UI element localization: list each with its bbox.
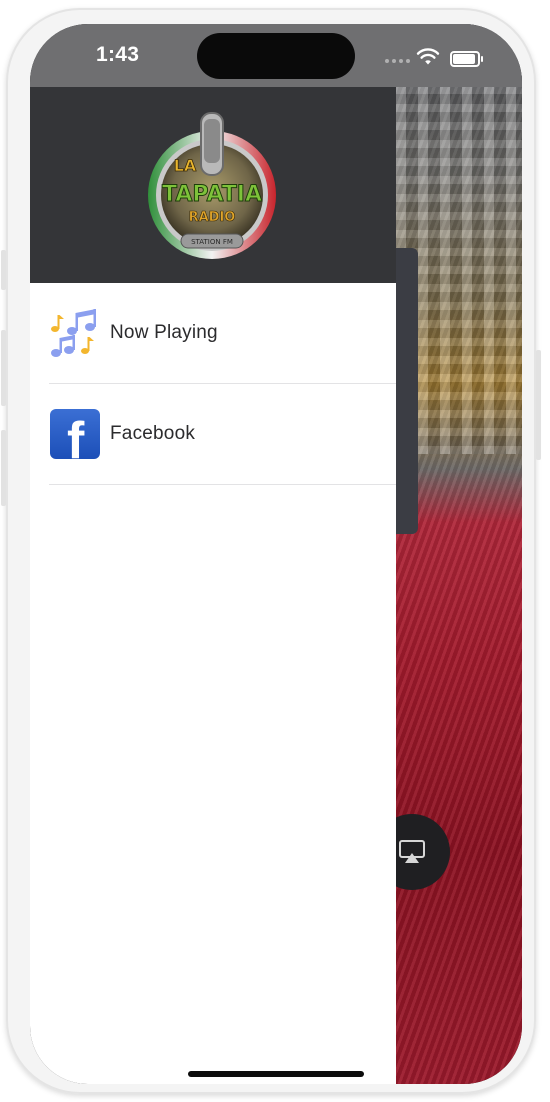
svg-text:RADIO: RADIO: [189, 210, 236, 225]
battery-icon: [450, 51, 483, 67]
action-button: [1, 250, 6, 290]
svg-text:LA: LA: [174, 156, 197, 175]
navigation-drawer: LA TAPATIA RADIO STATION FM Now Playing …: [30, 87, 396, 1084]
cellular-signal-icon: [385, 59, 410, 63]
station-logo: LA TAPATIA RADIO STATION FM: [148, 112, 276, 259]
dynamic-island: [197, 33, 355, 79]
svg-text:STATION FM: STATION FM: [191, 238, 233, 246]
status-bar: 1:43: [30, 24, 522, 87]
svg-text:TAPATIA: TAPATIA: [162, 182, 262, 207]
phone-frame: 1:43 LA TAPATIA RADIO STATION FM Now Pla…: [1, 8, 541, 1094]
airplay-icon: [399, 840, 425, 863]
menu-divider: [49, 484, 396, 485]
menu-item-facebook[interactable]: f Facebook: [49, 384, 396, 484]
volume-up-button: [1, 330, 6, 406]
music-notes-icon: [49, 307, 101, 359]
home-indicator[interactable]: [188, 1071, 364, 1077]
power-button: [536, 350, 541, 460]
menu-item-now-playing[interactable]: Now Playing: [49, 283, 396, 383]
wifi-icon: [416, 48, 440, 65]
drawer-header: LA TAPATIA RADIO STATION FM: [30, 87, 396, 283]
background-player-panel: [396, 248, 418, 534]
status-time: 1:43: [96, 43, 140, 66]
screen: 1:43 LA TAPATIA RADIO STATION FM Now Pla…: [30, 24, 522, 1084]
facebook-icon: f: [49, 408, 101, 460]
volume-down-button: [1, 430, 6, 506]
menu-item-label: Now Playing: [110, 322, 218, 343]
menu-item-label: Facebook: [110, 423, 196, 444]
